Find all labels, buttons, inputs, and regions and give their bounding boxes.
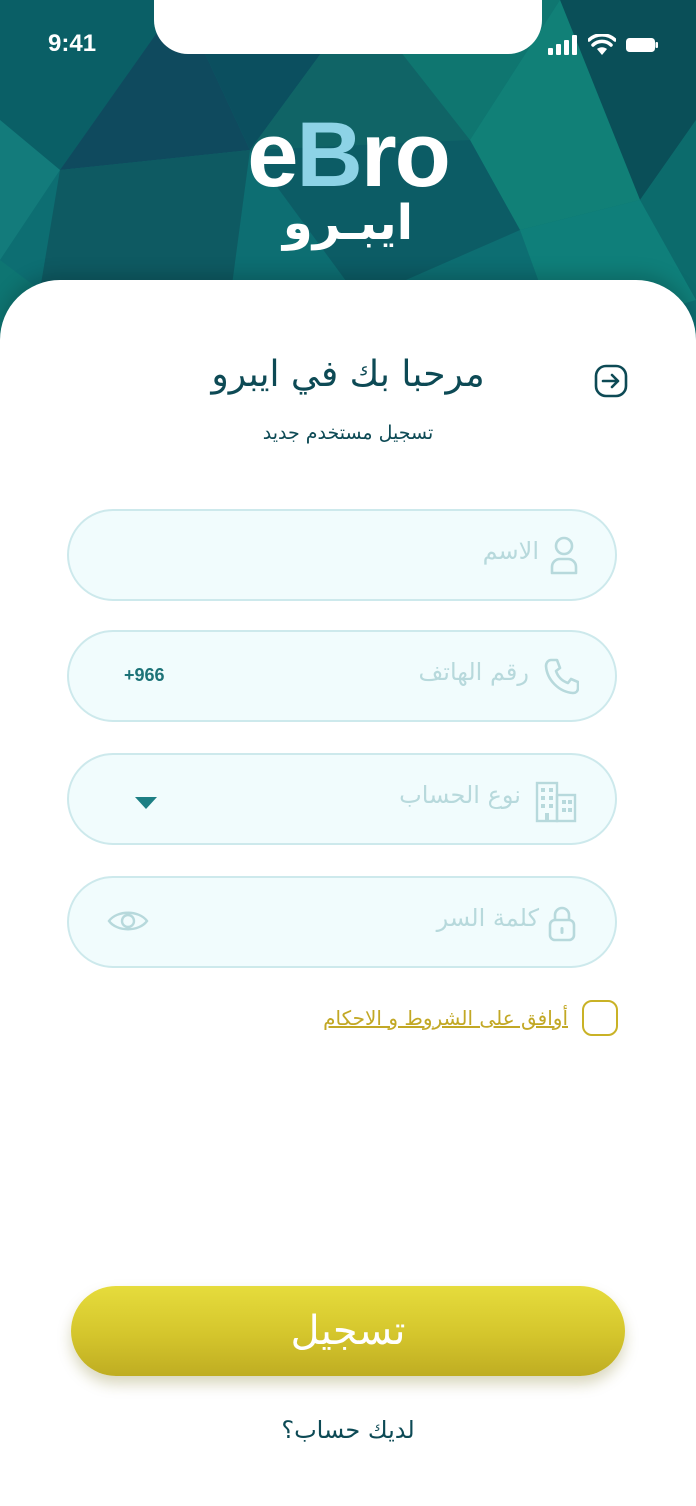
name-placeholder: الاسم <box>482 537 539 565</box>
page-title: مرحبا بك في ايبرو <box>211 354 485 395</box>
terms-checkbox[interactable] <box>582 1000 618 1036</box>
user-icon <box>550 536 578 575</box>
terms-row: أوافق على الشروط و الاحكام <box>323 1000 618 1036</box>
battery-icon <box>626 38 658 52</box>
register-button[interactable]: تسجيل <box>71 1286 625 1376</box>
signal-icon <box>548 35 577 55</box>
device-notch <box>154 0 542 54</box>
wifi-icon <box>588 34 616 55</box>
logo-letter-b: B <box>296 104 362 206</box>
phone-field[interactable]: رقم الهاتف +966 <box>67 630 617 722</box>
caret-down-icon[interactable] <box>135 797 157 809</box>
logo-latin: eBro <box>0 109 696 201</box>
lock-icon <box>548 906 576 942</box>
password-placeholder: كلمة السر <box>436 904 539 932</box>
account-type-select[interactable]: نوع الحساب <box>67 753 617 845</box>
phone-placeholder: رقم الهاتف <box>418 658 529 686</box>
building-icon <box>535 781 577 823</box>
logo-letters-ro: ro <box>360 104 451 206</box>
page-subtitle: تسجيل مستخدم جديد <box>262 422 434 444</box>
eye-icon[interactable] <box>107 908 149 934</box>
password-field[interactable]: كلمة السر <box>67 876 617 968</box>
status-bar: 9:41 <box>0 0 696 90</box>
status-icons <box>548 34 658 56</box>
logo-arabic: ايبـرو <box>282 195 414 251</box>
account-type-placeholder: نوع الحساب <box>399 781 521 809</box>
have-account-link[interactable]: لديك حساب؟ <box>0 1416 696 1444</box>
brand-logo: eBro ايبـرو <box>0 109 696 251</box>
status-time: 9:41 <box>48 30 97 57</box>
register-card: مرحبا بك في ايبرو تسجيل مستخدم جديد الاس… <box>0 280 696 1506</box>
country-code-prefix[interactable]: +966 <box>124 665 165 686</box>
name-field[interactable]: الاسم <box>67 509 617 601</box>
logo-letter-e: e <box>247 104 298 206</box>
terms-link[interactable]: أوافق على الشروط و الاحكام <box>323 1006 568 1030</box>
phone-icon <box>544 658 579 695</box>
